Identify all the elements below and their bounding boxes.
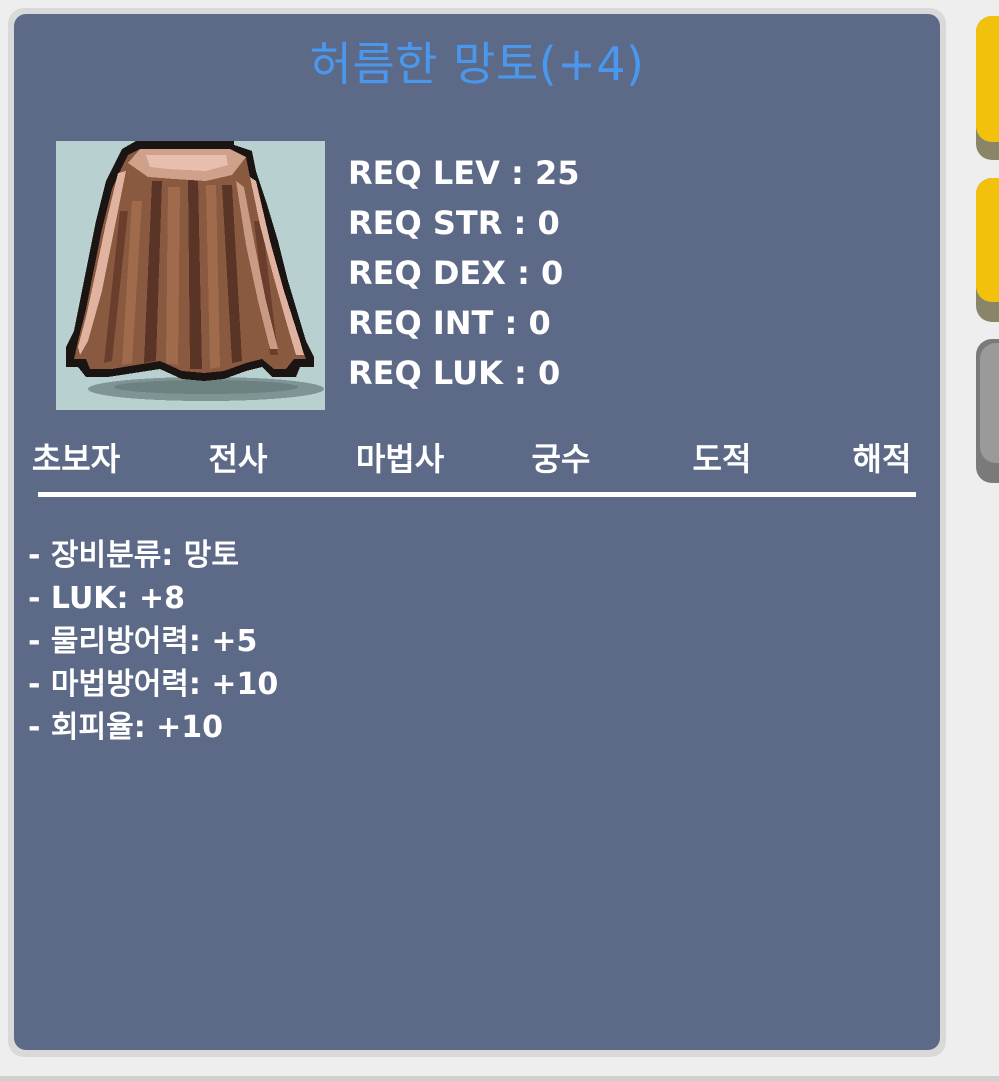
stat-luk: - LUK: +8 (28, 581, 186, 616)
divider (38, 492, 916, 497)
stat-category: - 장비분류: 망토 (28, 538, 239, 573)
bottom-bar (0, 1076, 999, 1081)
item-tooltip-body: 허름한 망토(+4) REQ LEV: 25 REQ STR: 0 REQ … (14, 14, 940, 1050)
job-archer: 궁수 (531, 440, 591, 478)
job-warrior: 전사 (208, 440, 268, 478)
req-dex: REQ DEX : 0 (348, 254, 564, 292)
stat-physical-defense: - 물리방어력: +5 (28, 624, 258, 659)
job-magician: 마법사 (355, 440, 445, 478)
job-thief: 도적 (692, 440, 752, 478)
item-tooltip-panel: 허름한 망토(+4) REQ LEV: 25 REQ STR: 0 REQ … (8, 8, 946, 1057)
side-button-1[interactable] (976, 16, 999, 160)
requirement-list: REQ LEV : 25 REQ STR : 0 REQ DEX : 0 REQ… (348, 148, 579, 398)
job-list: 초보자 전사 마법사 궁수 도적 해적 (14, 434, 940, 484)
job-pirate: 해적 (852, 440, 912, 478)
req-luk: REQ LUK : 0 (348, 354, 561, 392)
item-stats: - 장비분류: 망토 - LUK: +8 - 물리방어력: +5 - 마법방어력… (28, 534, 278, 749)
side-button-3-face (980, 343, 999, 463)
stat-avoidability: - 회피율: +10 (28, 710, 224, 745)
cape-icon (56, 141, 325, 410)
side-button-2-face (976, 178, 999, 302)
req-level: REQ LEV : 25 (348, 154, 580, 192)
side-button-1-face (976, 16, 999, 142)
stat-magic-defense: - 마법방어력: +10 (28, 667, 279, 702)
item-name: 허름한 망토(+4) (309, 37, 645, 91)
side-button-2[interactable] (976, 178, 999, 322)
job-beginner: 초보자 (31, 440, 121, 478)
side-button-3[interactable] (976, 339, 999, 483)
req-str: REQ STR : 0 (348, 204, 560, 242)
req-int: REQ INT : 0 (348, 304, 551, 342)
